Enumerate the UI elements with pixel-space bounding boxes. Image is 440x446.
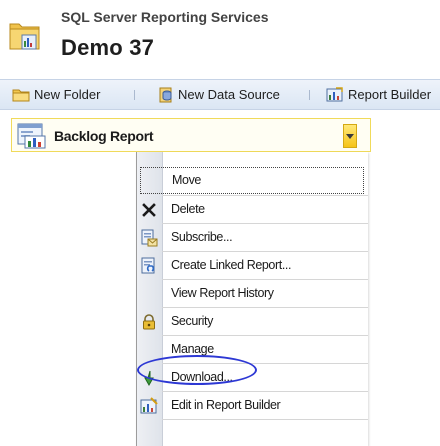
linked-report-icon [141,257,155,274]
report-icon [17,123,46,149]
menu-item-edit-in-report-builder[interactable]: Edit in Report Builder [137,392,368,419]
report-item-tile[interactable]: Backlog Report [11,118,371,152]
new-folder-button[interactable]: New Folder [12,80,100,109]
menu-item-label: Manage [171,342,214,356]
page-title: Demo 37 [61,35,155,60]
report-builder-icon [140,397,158,414]
folder-icon [12,89,30,101]
highlight-circle [137,355,257,385]
toolbar: New Folder New Data Source Report Builde… [0,79,440,110]
close-icon [142,203,156,217]
menu-item-security[interactable]: Security [137,308,368,335]
data-source-icon [159,87,172,102]
new-folder-label: New Folder [34,87,101,102]
report-builder-icon [326,86,343,101]
report-builder-label: Report Builder [348,87,432,102]
item-dropdown-button[interactable] [343,124,357,148]
menu-item-label: Subscribe... [171,230,233,244]
folder-report-icon [9,23,40,50]
menu-item-subscribe[interactable]: Subscribe... [137,224,368,251]
menu-item-delete[interactable]: Delete [137,196,368,223]
menu-item-label: Security [171,314,213,328]
new-data-source-button[interactable]: New Data Source [158,80,280,109]
menu-item-move[interactable]: Move [140,167,364,194]
menu-item-label: Delete [171,202,205,216]
toolbar-divider [309,90,310,100]
new-data-source-label: New Data Source [178,87,280,102]
menu-item-label: Move [172,173,201,187]
subscribe-icon [141,229,158,247]
context-menu: Move Delete Subscribe... Create Linked R… [136,152,368,446]
header: SQL Server Reporting Services Demo 37 [0,0,440,70]
menu-item-label: Edit in Report Builder [171,398,281,412]
menu-item-view-report-history[interactable]: View Report History [137,280,368,307]
report-builder-button[interactable]: Report Builder [326,80,431,109]
menu-item-label: Create Linked Report... [171,258,292,272]
menu-item-create-linked-report[interactable]: Create Linked Report... [137,252,368,279]
lock-icon [143,314,155,330]
app-title: SQL Server Reporting Services [61,9,269,25]
menu-separator [162,419,368,420]
menu-item-label: View Report History [171,286,274,300]
report-name-link[interactable]: Backlog Report [54,128,154,144]
chevron-down-icon [346,134,354,139]
toolbar-divider [134,90,135,100]
